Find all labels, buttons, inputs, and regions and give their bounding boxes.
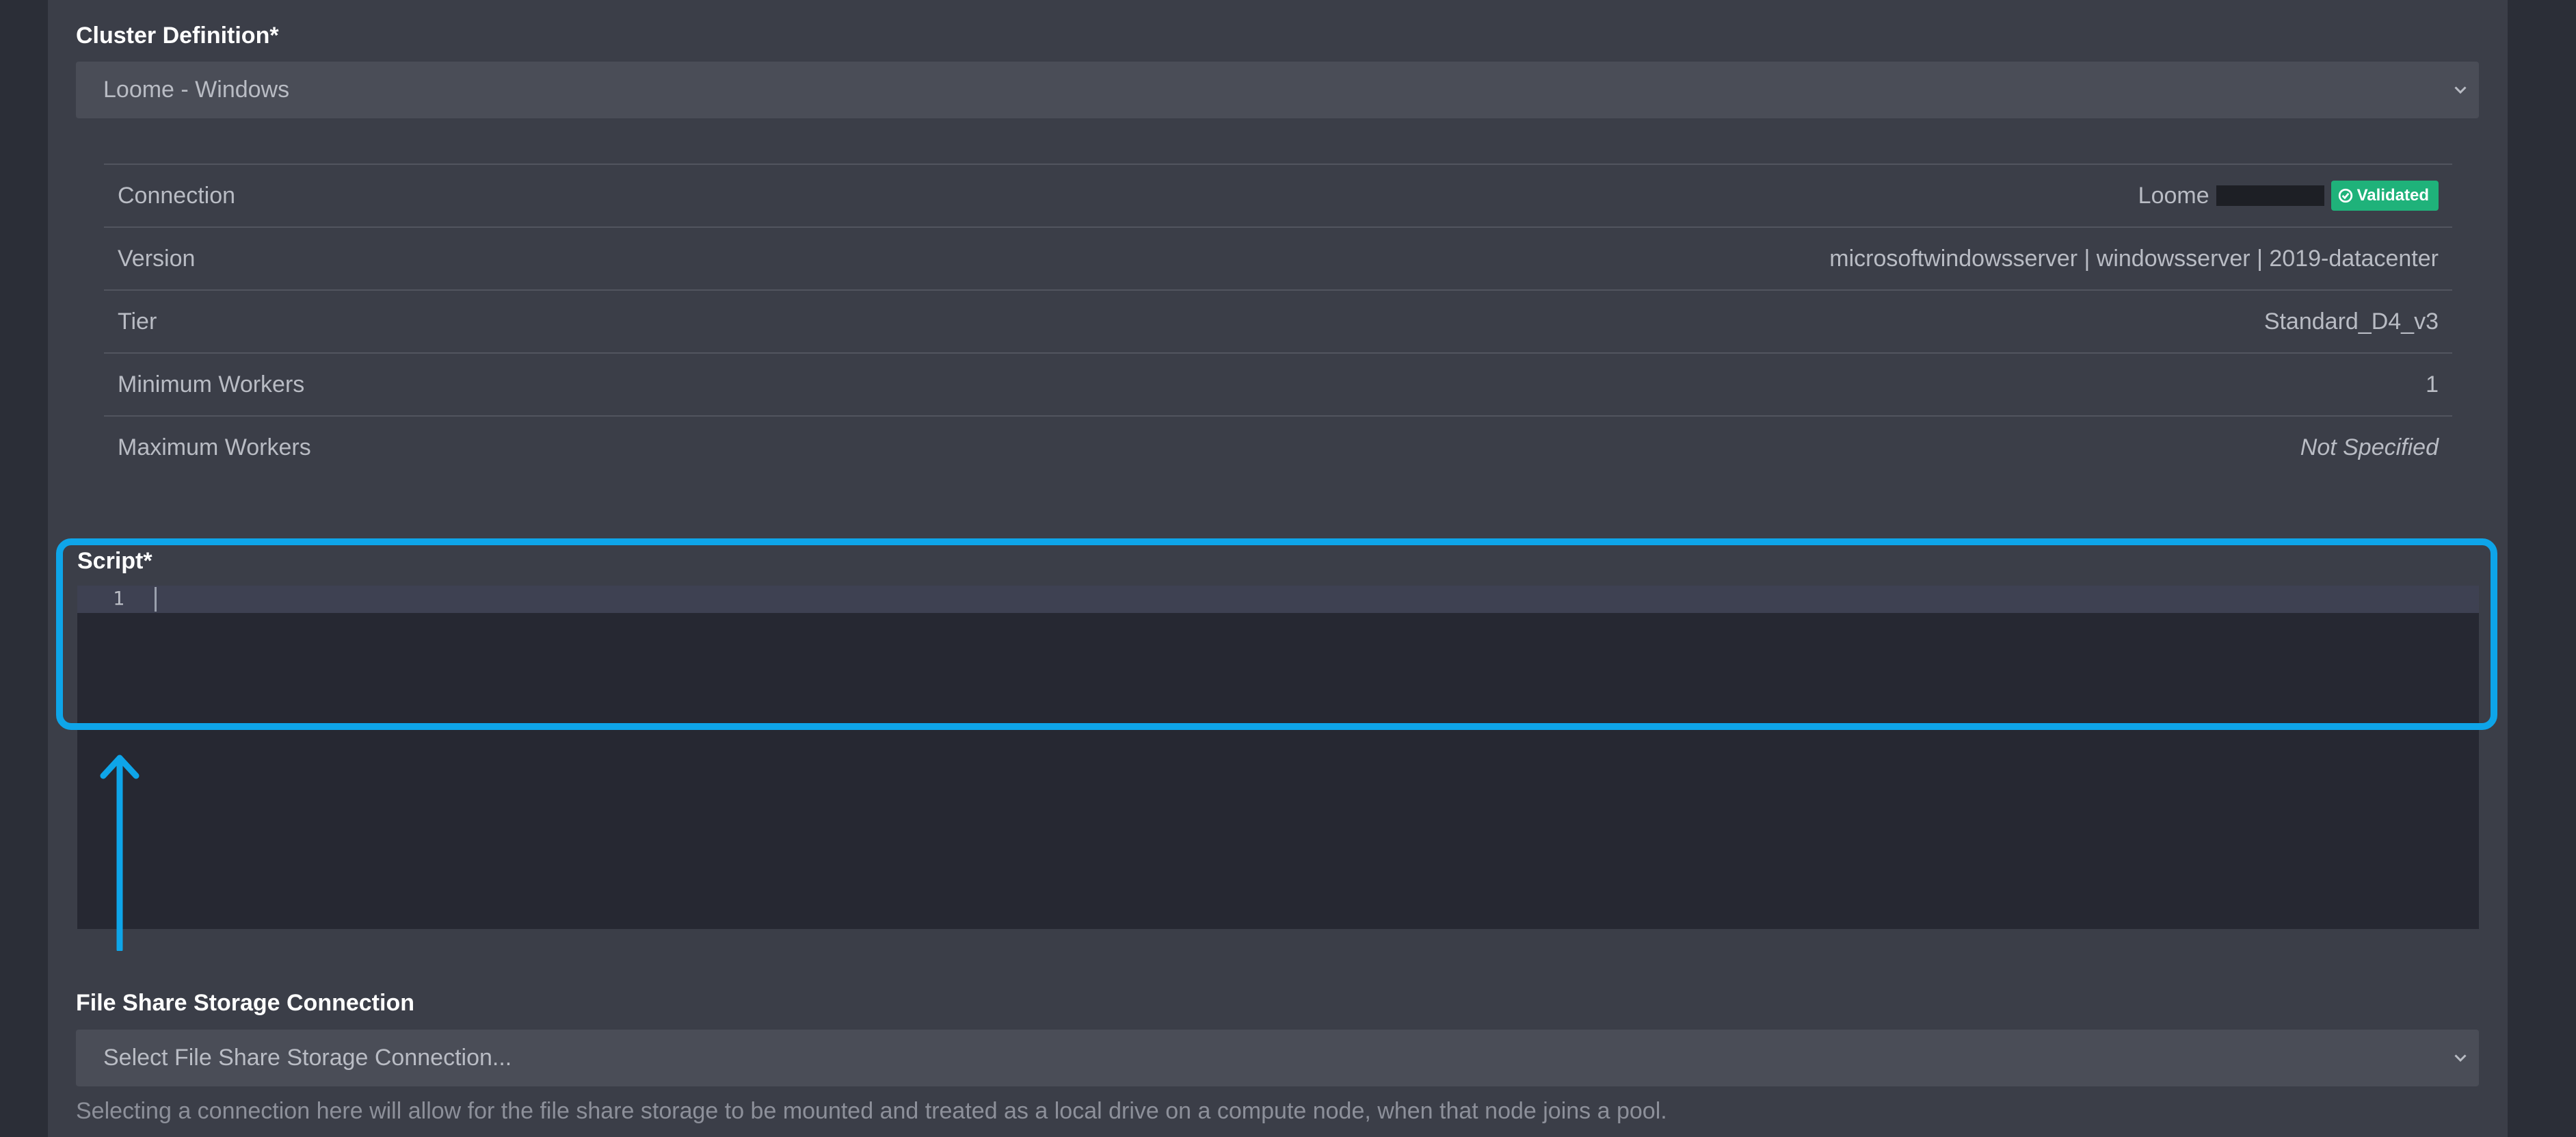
detail-value: Not Specified: [2300, 434, 2439, 460]
cluster-definition-select[interactable]: Loome - Windows: [76, 62, 2479, 118]
detail-row-tier: Tier Standard_D4_v3: [104, 289, 2452, 352]
cluster-details-table: Connection Loome Validated Version micro…: [104, 164, 2452, 478]
detail-row-connection: Connection Loome Validated: [104, 164, 2452, 226]
chevron-down-icon: [2454, 1054, 2467, 1062]
detail-row-minimum-workers: Minimum Workers 1: [104, 352, 2452, 415]
file-share-label: File Share Storage Connection: [76, 990, 414, 1016]
file-share-help-text: Selecting a connection here will allow f…: [76, 1098, 1667, 1124]
file-share-placeholder: Select File Share Storage Connection...: [103, 1045, 512, 1071]
file-share-select[interactable]: Select File Share Storage Connection...: [76, 1030, 2479, 1086]
detail-label: Connection: [118, 182, 236, 209]
cluster-definition-value: Loome - Windows: [103, 77, 290, 103]
redacted-block: [2216, 185, 2324, 206]
detail-value: microsoftwindowsserver | windowsserver |…: [1829, 245, 2439, 272]
detail-label: Minimum Workers: [118, 371, 305, 397]
detail-row-version: Version microsoftwindowsserver | windows…: [104, 226, 2452, 289]
arrow-up-icon: [100, 755, 140, 951]
cluster-definition-label: Cluster Definition*: [76, 23, 279, 49]
connection-name: Loome: [2138, 182, 2209, 209]
detail-value: 1: [2426, 371, 2439, 397]
check-circle-icon: [2338, 188, 2352, 203]
validated-badge: Validated: [2331, 181, 2439, 211]
detail-label: Tier: [118, 308, 157, 335]
annotation-highlight-box: [56, 538, 2497, 730]
detail-label: Version: [118, 245, 196, 272]
detail-label: Maximum Workers: [118, 434, 311, 460]
validated-badge-label: Validated: [2356, 186, 2429, 205]
detail-value: Standard_D4_v3: [2263, 308, 2439, 335]
chevron-down-icon: [2454, 86, 2467, 94]
page: Cluster Definition* Loome - Windows Conn…: [0, 0, 2576, 1137]
detail-row-maximum-workers: Maximum Workers Not Specified: [104, 415, 2452, 478]
connection-value: Loome Validated: [2138, 181, 2439, 211]
